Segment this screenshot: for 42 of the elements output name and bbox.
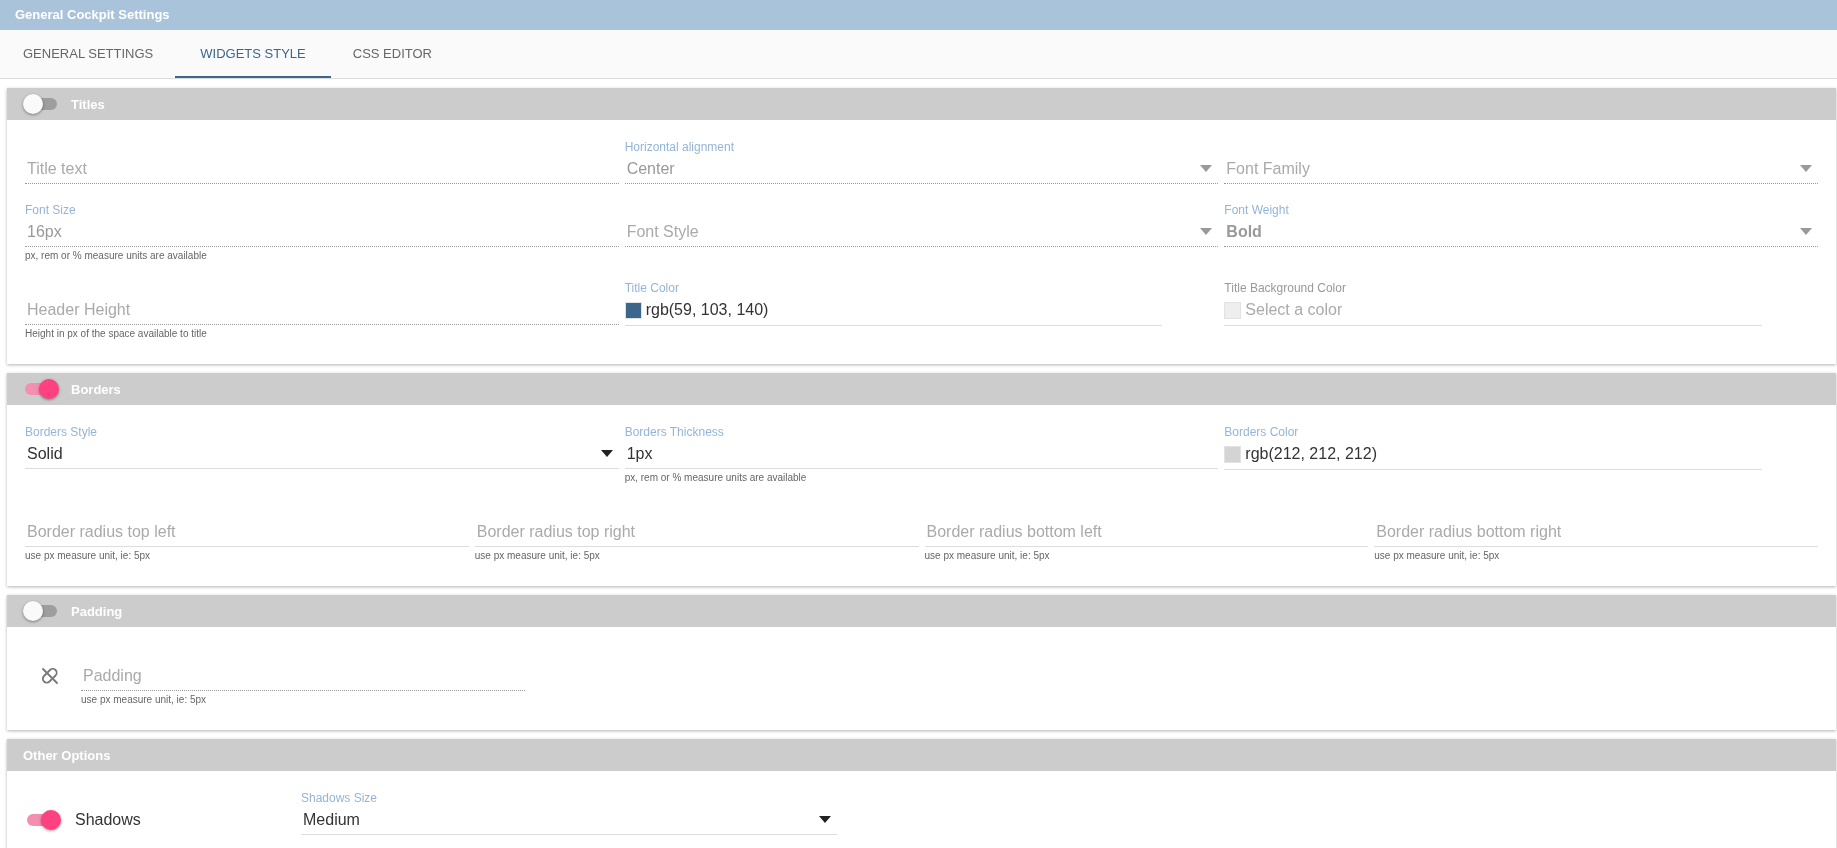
caret-icon (600, 450, 613, 457)
tab[interactable]: WIDGETS STYLE (175, 30, 331, 78)
caret-icon (819, 816, 831, 823)
helper-text: use px measure unit, ie: 5px (1374, 550, 1501, 562)
field-label: Font Weight (1224, 203, 1289, 217)
toggle-switch[interactable] (23, 94, 59, 114)
toggle-switch[interactable] (25, 810, 61, 830)
color-swatch[interactable] (1224, 445, 1242, 463)
caret-icon (1800, 228, 1812, 235)
unlink-icon (41, 667, 59, 685)
field-label: Shadows Size (301, 791, 378, 805)
field-label: Title Color (624, 281, 679, 295)
field-label: Horizontal alignment (624, 140, 735, 154)
helper-text: Height in px of the space available to title (25, 328, 208, 340)
field-label: Font Size (25, 203, 76, 217)
helper-text: px, rem or % measure units are available (25, 250, 208, 262)
tab[interactable]: GENERAL SETTINGS (0, 30, 176, 78)
window-title: General Cockpit Settings (0, 0, 1837, 30)
toggle-switch[interactable] (23, 379, 59, 399)
color-field[interactable]: rgb(59, 103, 140) (624, 295, 1163, 326)
field-label: Borders Color (1224, 425, 1299, 439)
dropdown[interactable]: Medium (301, 805, 837, 835)
field-label: Borders Style (25, 425, 98, 439)
dropdown[interactable]: Center (624, 154, 1219, 184)
color-swatch[interactable] (624, 301, 642, 319)
color-field[interactable]: rgb(212, 212, 212) (1224, 439, 1762, 470)
toggle-switch[interactable] (23, 601, 59, 621)
helper-text: use px measure unit, ie: 5px (924, 550, 1051, 562)
helper-text: px, rem or % measure units are available (624, 472, 808, 484)
caret-icon (1800, 165, 1812, 172)
field-label: Borders Thickness (624, 425, 724, 439)
switch-label: Shadows (75, 811, 141, 829)
helper-text: use px measure unit, ie: 5px (474, 550, 601, 562)
caret-icon (1200, 165, 1213, 172)
helper-text: use px measure unit, ie: 5px (25, 550, 152, 562)
tab[interactable]: CSS EDITOR (330, 30, 454, 78)
text-field[interactable]: 1px (624, 439, 1219, 469)
color-swatch[interactable] (1224, 301, 1242, 319)
dropdown[interactable]: Solid (25, 439, 619, 469)
helper-text: use px measure unit, ie: 5px (81, 694, 208, 706)
field-label: Title Background Color (1224, 281, 1346, 295)
caret-icon (1200, 228, 1213, 235)
